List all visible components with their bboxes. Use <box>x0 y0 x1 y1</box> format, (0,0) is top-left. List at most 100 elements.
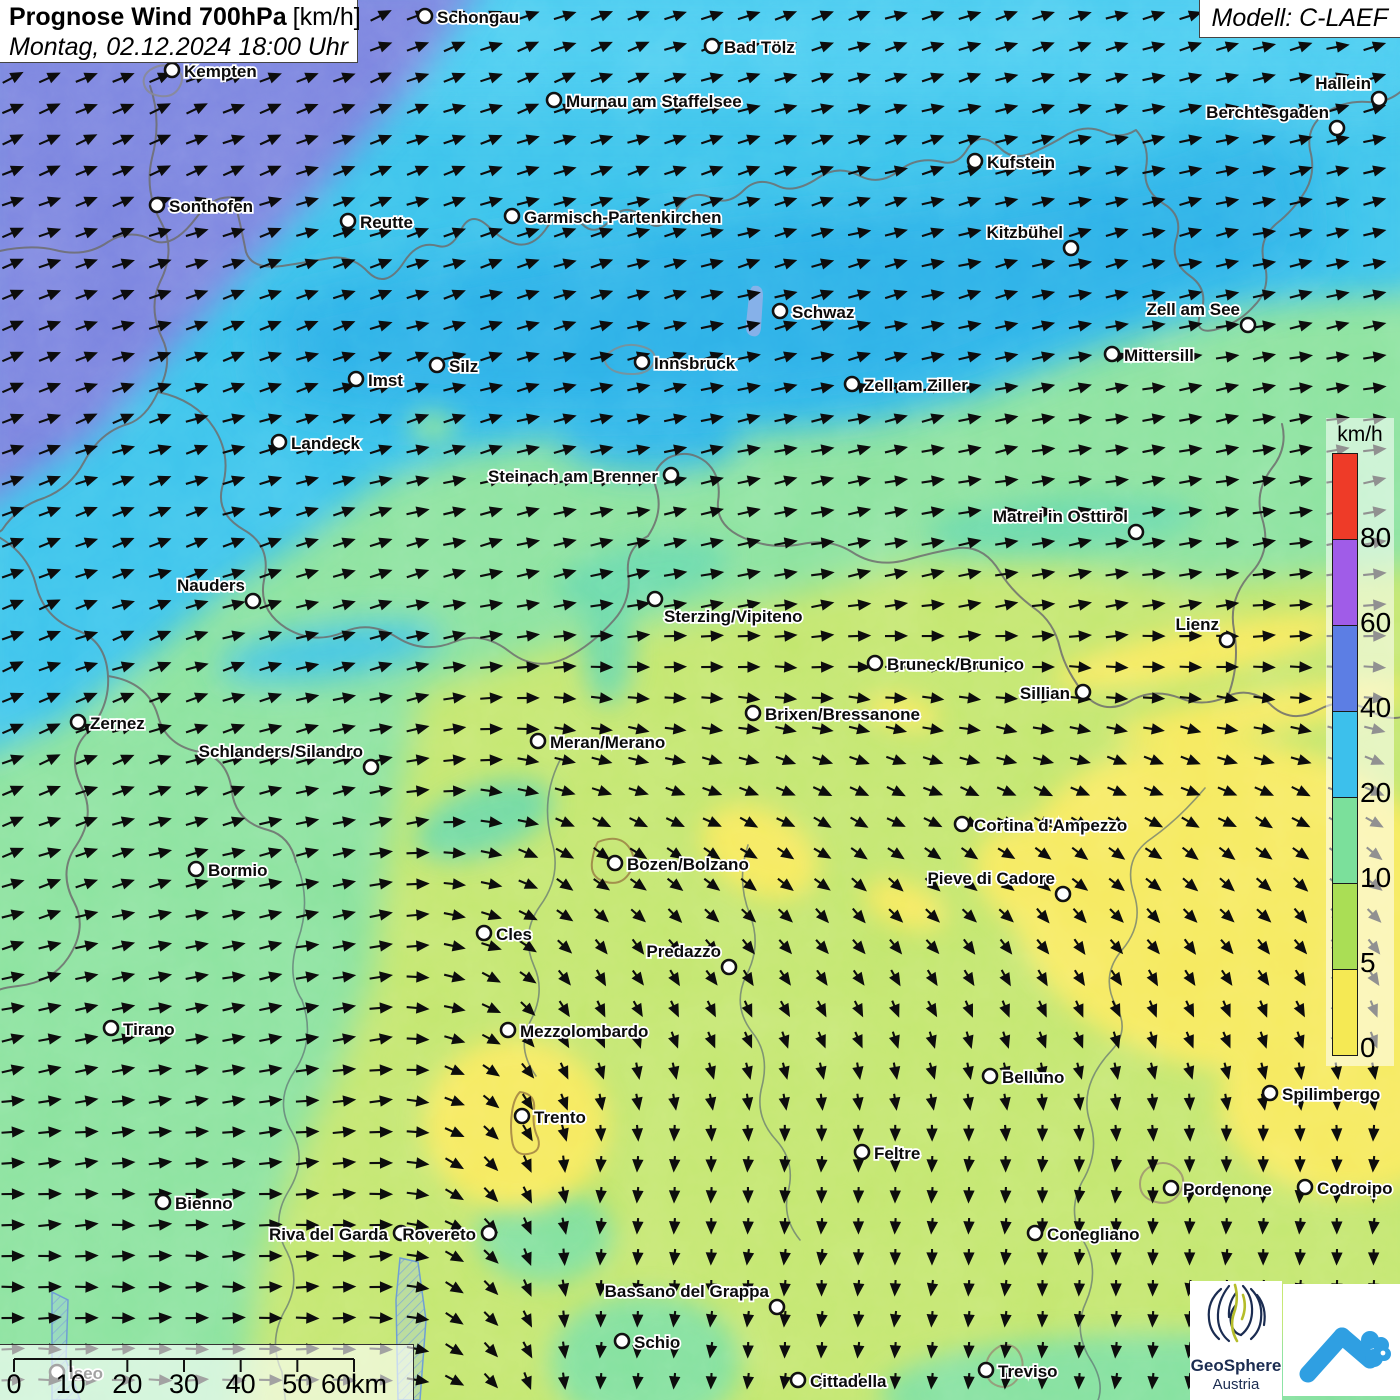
city-marker <box>845 377 859 391</box>
city-label: Tirano <box>123 1020 175 1039</box>
city-marker <box>505 209 519 223</box>
city-label: Pordenone <box>1183 1180 1272 1199</box>
map-city: Silz <box>430 357 478 376</box>
city-marker <box>71 715 85 729</box>
city-marker <box>501 1023 515 1037</box>
legend-tick-label: 40 <box>1360 694 1400 722</box>
city-marker <box>364 760 378 774</box>
city-label: Sonthofen <box>169 197 253 216</box>
city-marker <box>615 1334 629 1348</box>
city-marker <box>746 706 760 720</box>
city-marker <box>482 1226 496 1240</box>
legend-tick-label: 20 <box>1360 779 1400 807</box>
city-marker <box>773 304 787 318</box>
city-label: Cles <box>496 925 532 944</box>
city-marker <box>1056 887 1070 901</box>
city-label: Lienz <box>1176 615 1219 634</box>
city-marker <box>1330 121 1344 135</box>
map-city: Mezzolombardo <box>501 1022 648 1041</box>
model-label: Modell: C-LAEF <box>1199 0 1400 38</box>
map-city: Cortina d'Ampezzo <box>955 816 1127 835</box>
city-marker <box>955 817 969 831</box>
city-label: Trento <box>534 1108 586 1127</box>
city-label: Bassano del Grappa <box>605 1282 770 1301</box>
legend-band <box>1332 453 1358 540</box>
city-marker <box>664 468 678 482</box>
city-label: Kitzbühel <box>987 223 1064 242</box>
city-marker <box>1263 1086 1277 1100</box>
city-label: Kempten <box>184 62 257 81</box>
city-marker <box>648 592 662 606</box>
city-marker <box>1129 525 1143 539</box>
city-marker <box>341 214 355 228</box>
city-label: Zell am See <box>1146 300 1240 319</box>
map-city: Riva del Garda <box>269 1225 408 1244</box>
city-marker <box>1220 633 1234 647</box>
city-marker <box>547 93 561 107</box>
city-label: Mittersill <box>1124 346 1194 365</box>
city-label: Innsbruck <box>654 354 736 373</box>
map-city: Bruneck/Brunico <box>868 655 1024 674</box>
partner-logo-box <box>1283 1284 1400 1396</box>
legend-tick-label: 60 <box>1360 609 1400 637</box>
city-label: Bormio <box>208 861 268 880</box>
city-marker <box>1028 1226 1042 1240</box>
weather-map-stage: SchongauBad TölzKemptenMurnau am Staffel… <box>0 0 1400 1400</box>
legend-unit: km/h <box>1326 423 1394 447</box>
city-label: Imst <box>368 371 403 390</box>
city-label: Treviso <box>998 1362 1058 1381</box>
city-label: Predazzo <box>646 942 721 961</box>
city-marker <box>150 198 164 212</box>
scale-bar-label: 40 <box>226 1369 256 1400</box>
map-city: Meran/Merano <box>531 733 665 752</box>
city-label: Berchtesgaden <box>1206 103 1329 122</box>
city-label: Riva del Garda <box>269 1225 389 1244</box>
city-marker <box>430 358 444 372</box>
city-marker <box>791 1373 805 1387</box>
city-marker <box>608 856 622 870</box>
city-label: Cortina d'Ampezzo <box>974 816 1127 835</box>
city-marker <box>246 594 260 608</box>
city-marker <box>531 734 545 748</box>
city-marker <box>722 960 736 974</box>
map-city: Bozen/Bolzano <box>608 855 749 874</box>
city-marker <box>418 9 432 23</box>
city-label: Feltre <box>874 1144 920 1163</box>
scale-bar-label: 50 <box>282 1369 312 1400</box>
geosphere-logo-line2: Austria <box>1190 1376 1282 1393</box>
city-marker <box>979 1363 993 1377</box>
city-label: Schongau <box>437 8 519 27</box>
city-marker <box>1372 92 1386 106</box>
scale-bar-label: 10 <box>56 1369 86 1400</box>
city-label: Sterzing/Vipiteno <box>664 607 803 626</box>
city-marker <box>165 63 179 77</box>
map-title: Prognose Wind 700hPa[km/h] <box>9 3 348 32</box>
city-marker <box>1105 347 1119 361</box>
city-label: Brixen/Bressanone <box>765 705 920 724</box>
city-label: Cittadella <box>810 1372 887 1391</box>
legend-color-bar <box>1332 454 1358 1056</box>
cloud-curl-detail <box>1380 1351 1385 1356</box>
legend-band <box>1332 883 1358 970</box>
scale-bar-label: 20 <box>112 1369 142 1400</box>
map-city: Cles <box>477 925 532 944</box>
city-label: Garmisch-Partenkirchen <box>524 208 721 227</box>
city-marker <box>272 435 286 449</box>
legend-tick-label: 10 <box>1360 864 1400 892</box>
legend-tick-label: 80 <box>1360 524 1400 552</box>
city-marker <box>868 656 882 670</box>
city-marker <box>1164 1181 1178 1195</box>
map-city: Imst <box>349 371 403 390</box>
city-marker <box>1064 241 1078 255</box>
scale-bar-label: 0 <box>6 1369 21 1400</box>
scale-bar-label: 60km <box>321 1369 387 1400</box>
city-label: Silz <box>449 357 478 376</box>
map-city: Steinach am Brenner <box>488 467 678 486</box>
city-label: Meran/Merano <box>550 733 665 752</box>
city-label: Sillian <box>1020 684 1070 703</box>
map-title-text: Prognose Wind 700hPa <box>9 3 287 31</box>
city-marker <box>968 154 982 168</box>
city-label: Murnau am Staffelsee <box>566 92 742 111</box>
city-marker <box>515 1109 529 1123</box>
legend-band <box>1332 625 1358 712</box>
